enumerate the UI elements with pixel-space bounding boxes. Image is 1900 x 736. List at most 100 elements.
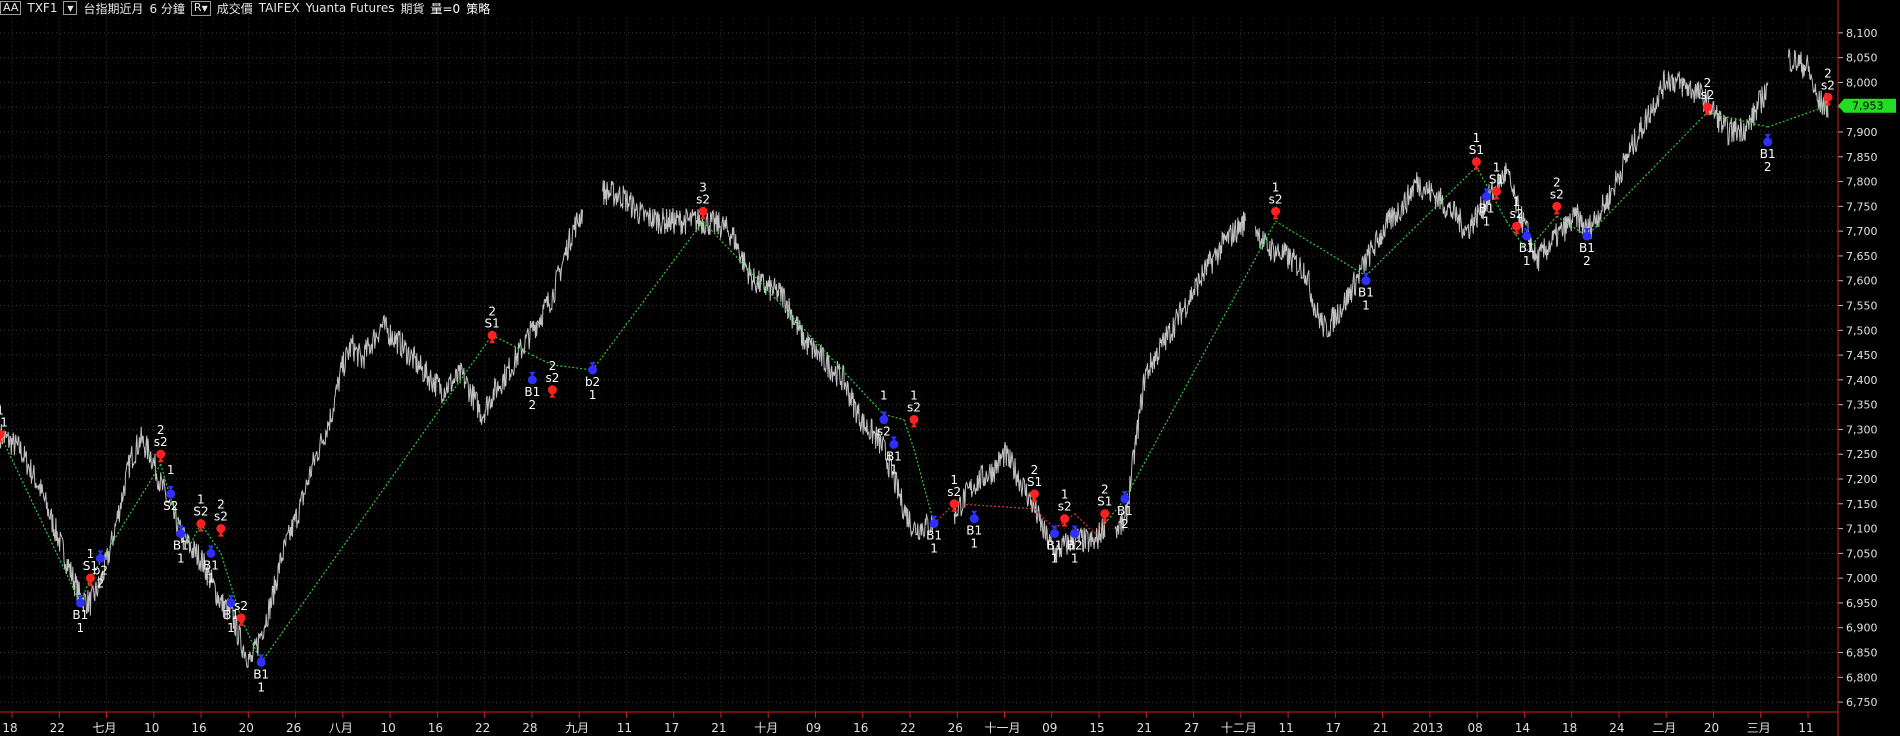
y-tick-label: 7,050: [1846, 547, 1878, 560]
x-tick-label: 17: [1326, 721, 1341, 735]
y-tick-label: 7,250: [1846, 448, 1878, 461]
x-tick-label: 11: [1278, 721, 1293, 735]
marker-signal-label: B1: [966, 524, 982, 538]
buy-marker: 1 s2: [877, 389, 891, 439]
y-tick-label: 7,150: [1846, 498, 1878, 511]
y-tick-label: 7,700: [1846, 225, 1878, 238]
marker-qty-label: 2: [97, 576, 105, 590]
sell-marker: 2s2: [154, 423, 168, 463]
trade-segment: [1586, 111, 1708, 237]
marker-qty-label: 1: [1071, 552, 1079, 566]
marker-signal-label: s2: [1510, 207, 1524, 221]
y-tick-label: 7,450: [1846, 349, 1878, 362]
buy-marker: b21: [585, 361, 600, 402]
x-tick-label: 16: [191, 721, 206, 735]
marker-signal-label: B1: [1117, 504, 1133, 518]
trade-segment: [491, 334, 533, 356]
trade-segment: [1707, 111, 1768, 128]
buy-marker: B12: [524, 371, 540, 412]
sell-marker: 2S1: [1097, 483, 1112, 522]
x-tick-label: 2013: [1413, 721, 1444, 735]
x-tick-label: 18: [1562, 721, 1577, 735]
marker-qty-label: 1: [1523, 254, 1531, 268]
sell-marker: 1s2: [1058, 488, 1072, 527]
marker-qty-label: 2: [1764, 160, 1772, 174]
marker-qty-label: 1: [177, 552, 185, 566]
y-tick-label: 6,850: [1846, 647, 1878, 660]
x-tick-label: 十一月: [985, 721, 1021, 735]
x-tick-label: 15: [1089, 721, 1104, 735]
y-tick-label: 6,950: [1846, 597, 1878, 610]
last-price-value: 7,953: [1852, 100, 1884, 113]
trade-segment: [954, 503, 1035, 510]
x-tick-label: 10: [144, 721, 159, 735]
marker-qty-label: 2: [1121, 517, 1129, 531]
marker-signal-label: B1: [72, 608, 88, 622]
y-tick-label: 7,200: [1846, 473, 1878, 486]
x-tick-label: 26: [286, 721, 301, 735]
marker-signal-label: B1: [203, 558, 219, 572]
x-tick-label: 21: [1137, 721, 1152, 735]
marker-signal-label: B1: [886, 449, 902, 463]
marker-qty-label: 1: [257, 680, 265, 694]
marker-signal-label: B1: [1358, 286, 1374, 300]
x-tick-label: 二月: [1652, 721, 1676, 735]
buy-marker: B12: [1760, 133, 1776, 174]
marker-qty-label: 1: [890, 462, 898, 476]
marker-signal-label: s2: [1550, 187, 1564, 201]
marker-signal-label: s2: [1700, 88, 1714, 102]
x-tick-label: 20: [1704, 721, 1719, 735]
sell-marker: 1S2: [193, 493, 209, 532]
marker-signal-label: S2: [163, 499, 178, 513]
y-tick-label: 7,000: [1846, 572, 1878, 585]
sell-marker: 1s2: [947, 473, 961, 512]
sell-marker: 2s2: [1550, 175, 1564, 215]
x-tick-label: 22: [900, 721, 915, 735]
y-tick-label: 7,600: [1846, 275, 1878, 288]
last-price-tag: 7,953: [1838, 98, 1896, 113]
buy-marker: B11: [1519, 228, 1535, 268]
marker-signal-label: B1: [0, 415, 8, 429]
y-tick-label: 6,800: [1846, 671, 1878, 684]
x-tick-label: 09: [806, 721, 821, 735]
marker-signal-label: s2: [154, 435, 168, 449]
marker-qty-label: 1: [1362, 299, 1370, 313]
marker-top-label: 1: [880, 389, 888, 403]
sell-marker: 2s2: [545, 359, 559, 398]
buy-marker: B11: [926, 515, 942, 556]
marker-signal-label: B1: [1760, 147, 1776, 161]
y-tick-label: 8,050: [1846, 52, 1878, 65]
price-chart[interactable]: 1B1B111S1b222s21S2B111S2B112s2B11s2B112S…: [0, 0, 1900, 736]
marker-signal-label: s2: [1058, 500, 1072, 514]
y-tick-label: 8,100: [1846, 27, 1878, 40]
x-tick-label: 九月: [565, 721, 589, 735]
y-tick-label: 7,900: [1846, 126, 1878, 139]
trade-segment: [702, 220, 885, 415]
trade-segment: [592, 220, 704, 371]
marker-signal-label: B1: [1519, 241, 1535, 255]
marker-signal-label: s2: [907, 401, 921, 415]
marker-signal-label: b2: [93, 563, 108, 577]
x-tick-label: 24: [1609, 721, 1624, 735]
marker-signal-label: S1: [485, 316, 500, 330]
trade-markers: 1B1B111S1b222s21S2B111S2B112s2B11s2B112S…: [0, 66, 1835, 694]
marker-signal-label: S2: [193, 505, 208, 519]
x-tick-label: 16: [428, 721, 443, 735]
marker-qty-label: 1: [1051, 552, 1059, 566]
marker-qty-label: 1: [930, 542, 938, 556]
trade-segment: [1767, 105, 1829, 128]
marker-signal-label: S1: [1097, 495, 1112, 509]
marker-signal-label: s2: [696, 192, 710, 206]
x-tick-label: 十二月: [1221, 721, 1257, 735]
buy-marker: B11: [173, 525, 189, 566]
trade-segment: [552, 364, 593, 371]
y-tick-label: 7,500: [1846, 324, 1878, 337]
x-tick-label: 08: [1468, 721, 1483, 735]
x-tick-label: 11: [617, 721, 632, 735]
marker-signal-label: s2: [214, 510, 228, 524]
marker-signal-label: s2: [545, 371, 559, 385]
x-tick-label: 三月: [1747, 721, 1771, 735]
buy-marker: 1 S2: [163, 463, 178, 513]
x-tick-label: 22: [50, 721, 65, 735]
x-tick-label: 27: [1184, 721, 1199, 735]
